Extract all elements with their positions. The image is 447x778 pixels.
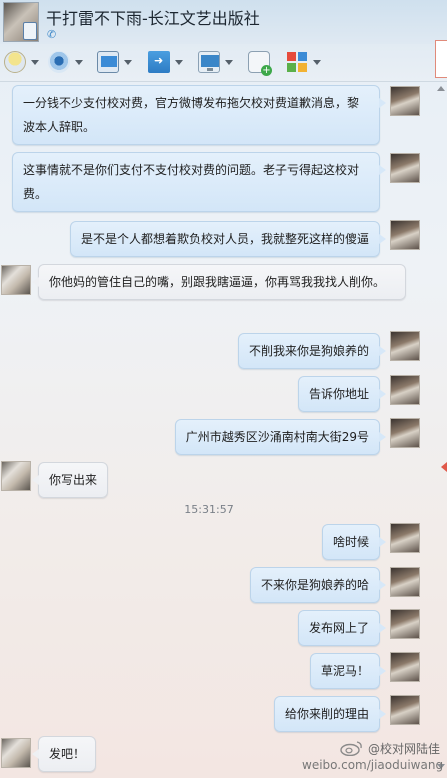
scrollbar[interactable] — [436, 82, 445, 778]
chevron-down-icon[interactable] — [175, 59, 183, 65]
message-bubble[interactable]: 给你来削的理由 — [273, 696, 387, 732]
chat-toolbar — [0, 44, 447, 82]
message-text: 一分钱不少支付校对费，官方微博发布拖欠校对费道歉消息，黎波本人辞职。 — [23, 96, 360, 134]
apps-grid-icon — [286, 51, 308, 73]
avatar[interactable] — [390, 153, 420, 183]
avatar[interactable] — [1, 738, 31, 768]
avatar[interactable] — [390, 652, 420, 682]
send-file-button[interactable] — [148, 50, 183, 74]
window-title: 干打雷不下雨-长江文艺出版社 — [46, 9, 260, 28]
webcam-icon — [48, 51, 70, 73]
message-bubble[interactable]: 你写出来 — [31, 462, 109, 498]
message-text: 广州市越秀区沙涌南村南大街29号 — [185, 430, 369, 444]
message-bubble[interactable]: 广州市越秀区沙涌南村南大街29号 — [174, 419, 387, 455]
message-bubble[interactable]: 这事情就不是你们支付不支付校对费的问题。老子亏得起这校对费。 — [12, 152, 386, 212]
scroll-up-icon[interactable] — [437, 86, 445, 91]
message-bubble[interactable]: 不来你是狗娘养的哈 — [249, 567, 387, 603]
avatar[interactable] — [390, 567, 420, 597]
side-panel-edge[interactable] — [435, 40, 447, 78]
message-bubble[interactable]: 草泥马！ — [309, 653, 387, 689]
message-bubble[interactable]: 告诉你地址 — [297, 376, 387, 412]
folder-arrow-icon — [148, 51, 170, 73]
message-text: 发布网上了 — [308, 621, 369, 635]
microphone-icon — [4, 51, 26, 73]
avatar[interactable] — [390, 695, 420, 725]
avatar[interactable] — [1, 461, 31, 491]
message-bubble[interactable]: 啥时候 — [321, 524, 387, 560]
message-bubble[interactable]: 不削我来你是狗娘养的 — [237, 333, 387, 369]
message-list[interactable]: 一分钱不少支付校对费，官方微博发布拖欠校对费道歉消息，黎波本人辞职。 这事情就不… — [0, 82, 447, 778]
title-bar: 干打雷不下雨-长江文艺出版社 ✆ — [0, 0, 447, 44]
message-text: 发吧！ — [49, 747, 86, 761]
voice-call-button[interactable] — [4, 50, 39, 74]
avatar[interactable] — [1, 265, 31, 295]
message-text: 给你来削的理由 — [284, 707, 369, 721]
weibo-logo-icon — [340, 741, 362, 756]
avatar[interactable] — [390, 220, 420, 250]
video-call-button[interactable] — [48, 50, 83, 74]
screen-chart-icon — [97, 51, 119, 73]
message-text: 草泥马！ — [320, 664, 369, 678]
message-bubble[interactable]: 发吧！ — [31, 736, 97, 772]
chevron-down-icon[interactable] — [124, 59, 132, 65]
chat-add-icon — [248, 51, 272, 76]
avatar[interactable] — [390, 523, 420, 553]
create-discussion-button[interactable] — [248, 50, 272, 76]
message-text: 啥时候 — [332, 535, 369, 549]
avatar[interactable] — [390, 609, 420, 639]
remote-assist-button[interactable] — [97, 50, 132, 74]
message-bubble[interactable]: 是不是个人都想着欺负校对人员，我就整死这样的傻逼 — [69, 221, 387, 257]
contact-avatar[interactable] — [3, 2, 39, 42]
message-text: 你他妈的管住自己的嘴，别跟我瞎逼逼，你再骂我我找人削你。 — [49, 275, 386, 289]
message-text: 这事情就不是你们支付不支付校对费的问题。老子亏得起这校对费。 — [23, 163, 360, 201]
timestamp: 15:31:57 — [184, 503, 234, 516]
message-text: 是不是个人都想着欺负校对人员，我就整死这样的傻逼 — [80, 232, 369, 246]
message-bubble[interactable]: 发布网上了 — [297, 610, 387, 646]
expand-panel-icon[interactable] — [441, 462, 447, 472]
message-text: 不削我来你是狗娘养的 — [248, 344, 369, 358]
avatar[interactable] — [390, 375, 420, 405]
chevron-down-icon[interactable] — [313, 59, 321, 65]
remote-desktop-button[interactable] — [198, 50, 233, 74]
weibo-watermark: @校对网陆佳 weibo.com/jiaoduiwang — [300, 736, 447, 778]
chevron-down-icon[interactable] — [31, 59, 39, 65]
message-text: 不来你是狗娘养的哈 — [260, 578, 369, 592]
message-text: 你写出来 — [49, 473, 98, 487]
watermark-name: @校对网陆佳 — [368, 742, 441, 756]
message-bubble[interactable]: 一分钱不少支付校对费，官方微博发布拖欠校对费道歉消息，黎波本人辞职。 — [12, 85, 386, 145]
message-text: 告诉你地址 — [308, 387, 369, 401]
apps-button[interactable] — [286, 50, 321, 74]
qq-zone-icon[interactable]: ✆ — [47, 28, 56, 41]
avatar[interactable] — [390, 331, 420, 361]
message-bubble[interactable]: 你他妈的管住自己的嘴，别跟我瞎逼逼，你再骂我我找人削你。 — [32, 264, 406, 300]
chevron-down-icon[interactable] — [75, 59, 83, 65]
chevron-down-icon[interactable] — [225, 59, 233, 65]
avatar[interactable] — [390, 86, 420, 116]
monitor-icon — [198, 51, 220, 73]
watermark-url: weibo.com/jiaoduiwang — [302, 758, 444, 772]
avatar[interactable] — [390, 418, 420, 448]
